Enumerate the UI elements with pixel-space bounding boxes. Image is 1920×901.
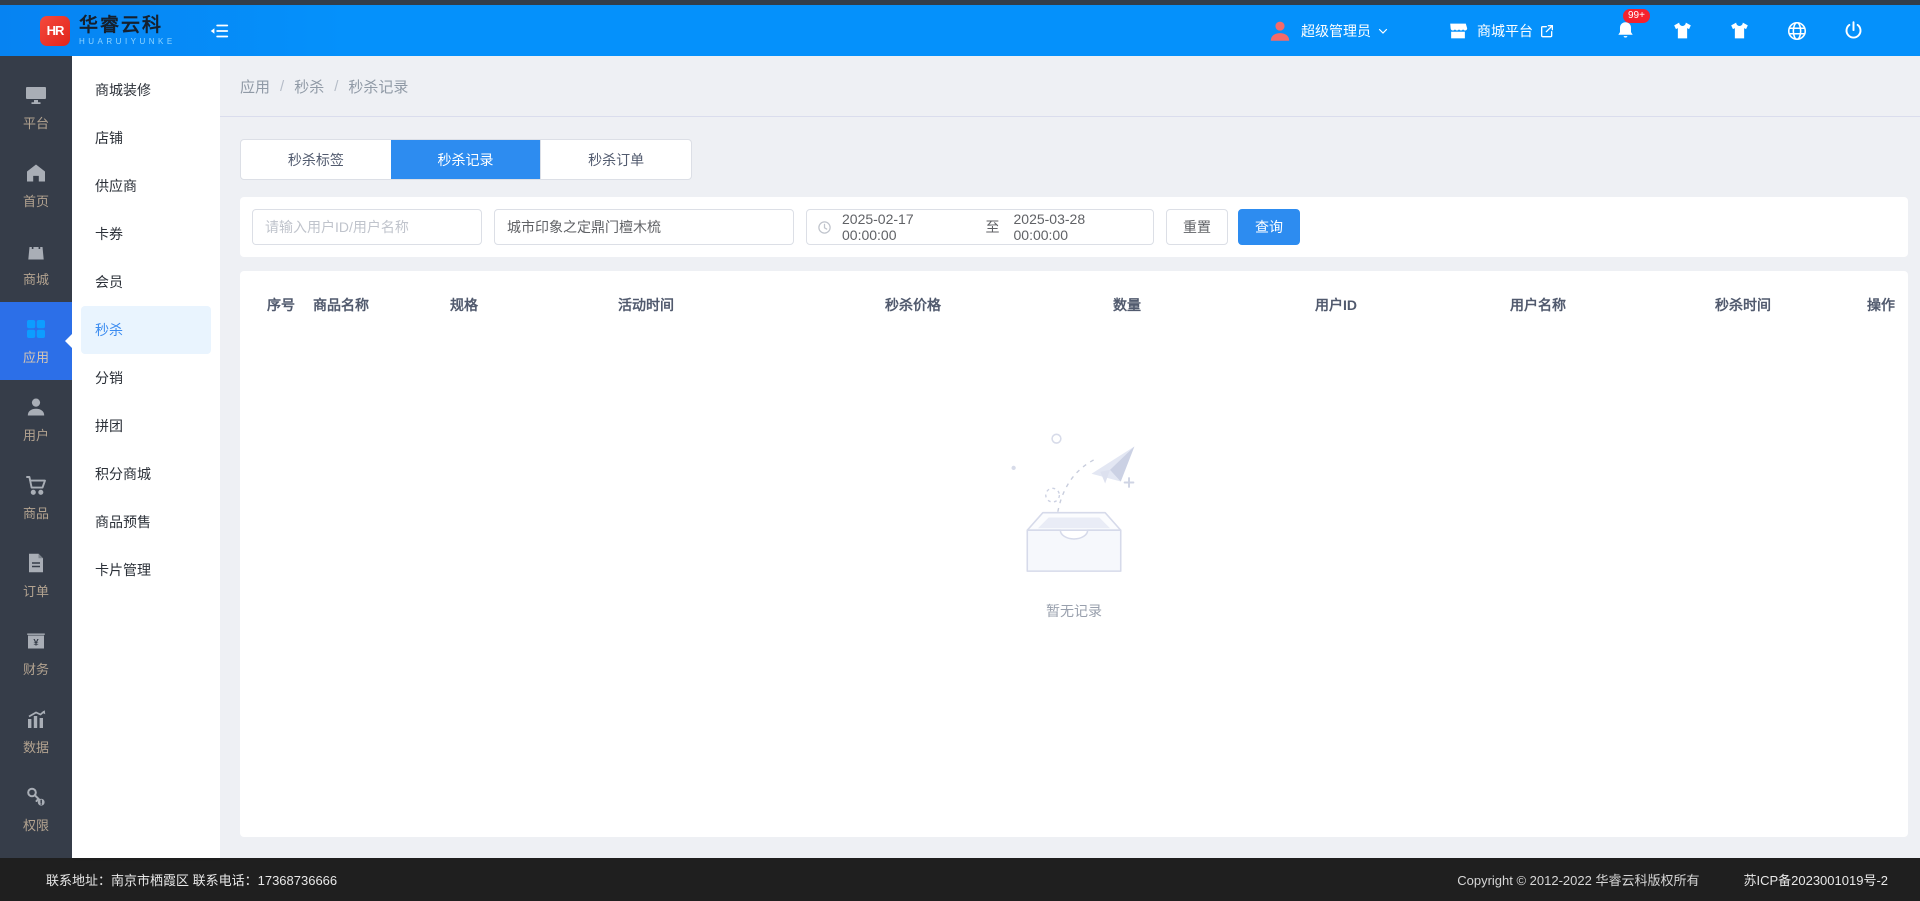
product-search-input[interactable] — [494, 209, 794, 245]
sidebar-item-home[interactable]: 首页 — [0, 146, 72, 224]
sidebar-item-goods[interactable]: 商品 — [0, 458, 72, 536]
footer-copyright: Copyright © 2012-2022 华睿云科版权所有 — [1457, 873, 1700, 888]
breadcrumb-item[interactable]: 应用 — [240, 76, 270, 97]
logo: HR 华睿云科 HUARUIYUNKE — [0, 14, 220, 46]
grid-icon — [27, 319, 45, 338]
platform-name: 商城平台 — [1477, 22, 1533, 39]
secondary-sidebar: 商城装修 店铺 供应商 卡券 会员 秒杀 分销 拼团 积分商城 商品预售 卡片管… — [72, 56, 220, 858]
sidebar-item-apps[interactable]: 应用 — [0, 302, 72, 380]
footer-contact: 联系地址：南京市栖霞区 联系电话：17368736666 — [46, 873, 338, 888]
wallet-icon: ¥ — [27, 633, 45, 648]
submenu-item-mall-decorate[interactable]: 商城装修 — [81, 66, 211, 114]
shirt-icon — [1731, 22, 1748, 39]
logo-name: 华睿云科 — [79, 14, 164, 36]
platform-switch[interactable]: 商城平台 — [1447, 20, 1555, 42]
logout-button[interactable] — [1825, 20, 1882, 41]
main-content: 应用 / 秒杀 / 秒杀记录 秒杀标签 秒杀记录 秒杀订单 2025-02-17… — [220, 56, 1920, 858]
empty-state: 暂无记录 — [240, 427, 1908, 621]
sidebar-collapse-icon[interactable] — [208, 20, 230, 42]
file-icon — [29, 553, 43, 572]
column-header: 用户ID — [1315, 297, 1357, 313]
date-separator: 至 — [985, 219, 1000, 235]
sidebar-item-mall[interactable]: 商城 — [0, 224, 72, 302]
records-table: 序号 商品名称 规格 活动时间 秒杀价格 数量 用户ID 用户名称 秒杀时间 操… — [240, 271, 1908, 837]
breadcrumb-item[interactable]: 秒杀 — [294, 76, 324, 97]
home-icon — [27, 164, 45, 181]
breadcrumb: 应用 / 秒杀 / 秒杀记录 — [220, 56, 1920, 117]
sidebar-item-permissions[interactable]: 权限 — [0, 770, 72, 848]
submenu-item-points-mall[interactable]: 积分商城 — [81, 450, 211, 498]
notifications-button[interactable]: 99+ — [1597, 9, 1654, 41]
svg-text:¥: ¥ — [33, 637, 39, 648]
tab-seckill-tags[interactable]: 秒杀标签 — [241, 140, 391, 179]
sidebar-item-orders[interactable]: 订单 — [0, 536, 72, 614]
date-end[interactable]: 2025-03-28 00:00:00 — [1014, 211, 1144, 243]
search-button[interactable]: 查询 — [1238, 209, 1300, 245]
top-header: HR 华睿云科 HUARUIYUNKE 超级管理员 商城平台 99+ — [0, 5, 1920, 56]
column-header: 序号 — [267, 297, 295, 313]
filter-bar: 2025-02-17 00:00:00 至 2025-03-28 00:00:0… — [240, 197, 1908, 257]
chevron-down-icon — [1377, 25, 1389, 37]
breadcrumb-item-current: 秒杀记录 — [348, 78, 409, 96]
table-header-row: 序号 商品名称 规格 活动时间 秒杀价格 数量 用户ID 用户名称 秒杀时间 操… — [240, 271, 1908, 315]
cart-icon — [26, 475, 46, 495]
notification-badge: 99+ — [1623, 9, 1650, 23]
tab-seckill-orders[interactable]: 秒杀订单 — [540, 140, 691, 179]
column-header: 活动时间 — [618, 297, 674, 313]
submenu-item-member[interactable]: 会员 — [81, 258, 211, 306]
seckill-tabs: 秒杀标签 秒杀记录 秒杀订单 — [240, 139, 692, 180]
globe-icon — [1787, 21, 1806, 40]
primary-sidebar: 平台 首页 商城 应用 用户 商品 订单 ¥ 财务 数据 权限 — [0, 56, 72, 858]
sidebar-item-data[interactable]: 数据 — [0, 692, 72, 770]
page-footer: 联系地址：南京市栖霞区 联系电话：17368736666 Copyright ©… — [0, 858, 1920, 901]
column-header: 操作 — [1867, 297, 1895, 313]
submenu-item-card-manage[interactable]: 卡片管理 — [81, 546, 211, 594]
tab-seckill-records[interactable]: 秒杀记录 — [390, 140, 541, 179]
submenu-item-supplier[interactable]: 供应商 — [81, 162, 211, 210]
sidebar-item-users[interactable]: 用户 — [0, 380, 72, 458]
submenu-item-store[interactable]: 店铺 — [81, 114, 211, 162]
date-range-picker[interactable]: 2025-02-17 00:00:00 至 2025-03-28 00:00:0… — [806, 209, 1154, 245]
power-icon — [1845, 21, 1862, 39]
sidebar-item-finance[interactable]: ¥ 财务 — [0, 614, 72, 692]
sidebar-item-platform[interactable]: 平台 — [0, 68, 72, 146]
submenu-item-presale[interactable]: 商品预售 — [81, 498, 211, 546]
reset-button[interactable]: 重置 — [1166, 209, 1228, 245]
column-header: 规格 — [450, 297, 478, 313]
user-menu[interactable]: 超级管理员 — [1267, 18, 1389, 44]
column-header: 秒杀价格 — [885, 297, 941, 313]
chart-icon — [28, 709, 46, 728]
monitor-icon — [26, 86, 46, 104]
language-button[interactable] — [1768, 20, 1825, 42]
storefront-icon — [1447, 20, 1469, 42]
date-start[interactable]: 2025-02-17 00:00:00 — [842, 211, 972, 243]
user-name: 超级管理员 — [1301, 22, 1371, 39]
column-header: 数量 — [1113, 297, 1141, 313]
empty-box-illustration — [1011, 433, 1135, 572]
submenu-item-groupbuy[interactable]: 拼团 — [81, 402, 211, 450]
submenu-item-distribution[interactable]: 分销 — [81, 354, 211, 402]
key-icon — [27, 787, 45, 806]
empty-text: 暂无记录 — [1046, 603, 1102, 619]
column-header: 用户名称 — [1510, 297, 1566, 313]
avatar-icon — [1267, 18, 1293, 44]
column-header: 商品名称 — [313, 297, 369, 313]
footer-icp[interactable]: 苏ICP备2023001019号-2 — [1743, 870, 1888, 889]
bag-icon — [28, 241, 44, 259]
theme-shirt-button-1[interactable] — [1654, 20, 1711, 41]
logo-subtitle: HUARUIYUNKE — [79, 36, 176, 46]
external-link-icon[interactable] — [1539, 23, 1555, 39]
active-notch — [65, 334, 72, 348]
user-icon — [27, 398, 45, 415]
column-header: 秒杀时间 — [1715, 297, 1771, 313]
shirt-icon — [1674, 22, 1691, 39]
submenu-item-coupon[interactable]: 卡券 — [81, 210, 211, 258]
theme-shirt-button-2[interactable] — [1711, 20, 1768, 41]
logo-badge: HR — [40, 15, 70, 46]
submenu-item-seckill[interactable]: 秒杀 — [81, 306, 211, 354]
clock-icon — [817, 220, 832, 235]
user-search-input[interactable] — [252, 209, 482, 245]
bell-icon — [1618, 22, 1633, 38]
